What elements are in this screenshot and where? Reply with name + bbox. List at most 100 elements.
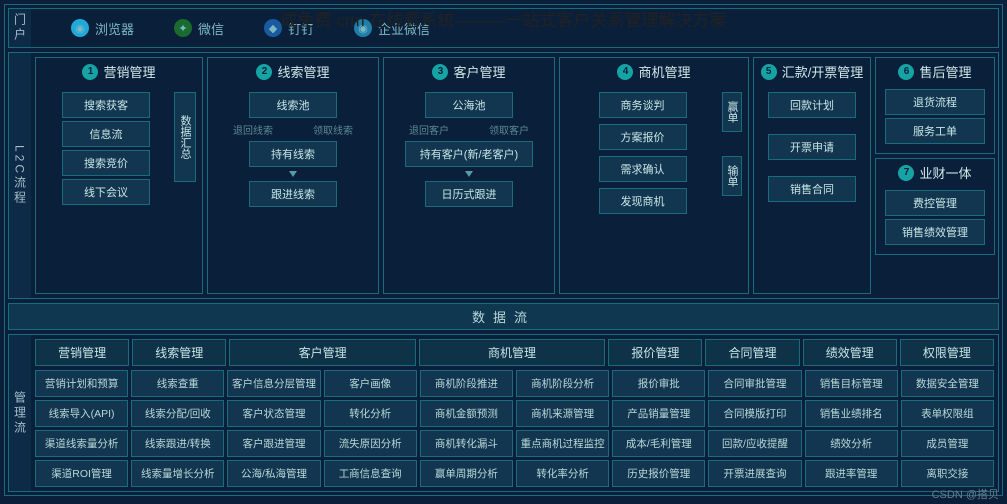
annot: 领取客户 [489, 122, 529, 137]
cell: 持有线索 [249, 141, 337, 167]
annot: 退回线索 [233, 122, 273, 137]
cell: 日历式跟进 [425, 181, 513, 207]
col-title-2: 线索管理 [277, 62, 329, 81]
cell: 搜索竞价 [62, 150, 150, 176]
cell: 持有客户(新/老客户) [405, 141, 533, 167]
mgmt-cell: 商机转化漏斗 [420, 430, 513, 457]
mgmt-cell: 商机阶段分析 [516, 370, 609, 397]
mhead: 绩效管理 [803, 339, 897, 366]
col-opportunity: 4商机管理 商务谈判 方案报价 需求确认 发现商机 赢单 输单 [559, 57, 749, 294]
cell: 商务谈判 [599, 92, 687, 118]
num-3: 3 [432, 64, 448, 80]
l2c-label: L2C流程 [9, 53, 31, 298]
annot: 退回客户 [409, 122, 449, 137]
col-customer: 3客户管理 公海池 退回客户领取客户 持有客户(新/老客户) 日历式跟进 [383, 57, 555, 294]
mgmt-cell: 离职交接 [901, 460, 994, 487]
num-2: 2 [256, 64, 272, 80]
col-title-1: 营销管理 [103, 62, 155, 81]
mgmt-label: 管理流 [9, 335, 31, 491]
mgmt-cell: 转化率分析 [516, 460, 609, 487]
page-title: 成免费 crm 在线看系统———一站式客户关系管理解决方案 [0, 6, 1007, 31]
mgmt-cell: 公海/私海管理 [227, 460, 320, 487]
mgmt-cell: 客户跟进管理 [227, 430, 320, 457]
arrow-down-icon [465, 171, 473, 177]
num-1: 1 [82, 64, 98, 80]
mhead: 商机管理 [419, 339, 605, 366]
mgmt-cell: 线索量增长分析 [131, 460, 224, 487]
mhead: 线索管理 [132, 339, 226, 366]
mgmt-cell: 表单权限组 [901, 400, 994, 427]
mgmt-cell: 线索分配/回收 [131, 400, 224, 427]
arrow-down-icon [289, 171, 297, 177]
mgmt-cell: 线索查重 [131, 370, 224, 397]
l2c-section: L2C流程 1 营销管理 搜索获客 信息流 搜索竞价 线下会议 数据汇总 2 线索管… [8, 52, 999, 299]
cell: 回款计划 [768, 92, 856, 118]
col-title-4: 商机管理 [638, 62, 690, 81]
cell: 销售绩效管理 [885, 219, 985, 245]
dataflow-bar: 数据流 [8, 303, 999, 330]
mhead: 客户管理 [229, 339, 415, 366]
mhead: 合同管理 [705, 339, 799, 366]
cell: 费控管理 [885, 190, 985, 216]
l2c-body: 1 营销管理 搜索获客 信息流 搜索竞价 线下会议 数据汇总 2 线索管理 线索池 … [31, 53, 999, 298]
num-7: 7 [898, 165, 914, 181]
mgmt-cell: 重点商机过程监控 [516, 430, 609, 457]
cell-summary: 数据汇总 [174, 92, 196, 182]
col-aftersales: 6售后管理 退货流程 服务工单 [875, 57, 995, 154]
num-5: 5 [761, 64, 777, 80]
col-title-5: 汇款/开票管理 [782, 62, 864, 81]
cell-win: 赢单 [722, 92, 742, 132]
right-column: 6售后管理 退货流程 服务工单 7 业财一体 费控管理 销售绩效管理 [875, 57, 995, 294]
col-leads: 2 线索管理 线索池 退回线索 领取线索 持有线索 跟进线索 [207, 57, 379, 294]
mgmt-cell: 线索跟进/转换 [131, 430, 224, 457]
col-title-7: 业财一体 [919, 163, 971, 182]
mgmt-cell: 客户画像 [324, 370, 417, 397]
col-finance: 7 业财一体 费控管理 销售绩效管理 [875, 158, 995, 255]
mgmt-cell: 商机来源管理 [516, 400, 609, 427]
mgmt-cell: 合同审批管理 [708, 370, 801, 397]
cell: 线索池 [249, 92, 337, 118]
mgmt-cell: 渠道线索量分析 [35, 430, 128, 457]
mgmt-cell: 渠道ROI管理 [35, 460, 128, 487]
mgmt-cell: 商机阶段推进 [420, 370, 513, 397]
mgmt-cell: 客户信息分层管理 [227, 370, 320, 397]
mgmt-cell: 转化分析 [324, 400, 417, 427]
mgmt-cell: 历史报价管理 [612, 460, 705, 487]
mgmt-cell: 客户状态管理 [227, 400, 320, 427]
cell: 跟进线索 [249, 181, 337, 207]
mgmt-cell: 报价审批 [612, 370, 705, 397]
mgmt-cell: 线索导入(API) [35, 400, 128, 427]
mhead: 营销管理 [35, 339, 129, 366]
col-title-3: 客户管理 [453, 62, 505, 81]
mgmt-section: 管理流 营销管理 线索管理 客户管理 商机管理 报价管理 合同管理 绩效管理 权… [8, 334, 999, 492]
mgmt-cell: 开票进展查询 [708, 460, 801, 487]
annot: 领取线索 [313, 122, 353, 137]
mgmt-cell: 成本/毛利管理 [612, 430, 705, 457]
mgmt-cell: 合同模版打印 [708, 400, 801, 427]
diagram-frame: 门户 ◉浏览器 ✦微信 ◆钉钉 ◉企业微信 L2C流程 1营销管理 搜索获客 信… [4, 4, 1003, 496]
num-4: 4 [617, 64, 633, 80]
mgmt-body: 营销管理 线索管理 客户管理 商机管理 报价管理 合同管理 绩效管理 权限管理 … [31, 335, 998, 491]
mgmt-cell: 销售目标管理 [805, 370, 898, 397]
mgmt-cell: 营销计划和预算 [35, 370, 128, 397]
mgmt-cell: 回款/应收提醒 [708, 430, 801, 457]
cell: 信息流 [62, 121, 150, 147]
mgmt-cell: 工商信息查询 [324, 460, 417, 487]
cell: 开票申请 [768, 134, 856, 160]
mgmt-grid: 营销计划和预算线索查重客户信息分层管理客户画像商机阶段推进商机阶段分析报价审批合… [35, 370, 994, 487]
mgmt-cell: 成员管理 [901, 430, 994, 457]
cell: 线下会议 [62, 179, 150, 205]
col-payment: 5 汇款/开票管理 回款计划 开票申请 销售合同 [753, 57, 871, 294]
cell: 销售合同 [768, 176, 856, 202]
col-marketing: 1 营销管理 搜索获客 信息流 搜索竞价 线下会议 数据汇总 [35, 57, 203, 294]
mgmt-cell: 赢单周期分析 [420, 460, 513, 487]
mgmt-cell: 销售业绩排名 [805, 400, 898, 427]
mgmt-cell: 产品销量管理 [612, 400, 705, 427]
mgmt-cell: 跟进率管理 [805, 460, 898, 487]
num-6: 6 [898, 64, 914, 80]
cell: 搜索获客 [62, 92, 150, 118]
mgmt-cell: 商机金额预测 [420, 400, 513, 427]
cell: 退货流程 [885, 89, 985, 115]
cell: 发现商机 [599, 188, 687, 214]
mhead: 报价管理 [608, 339, 702, 366]
